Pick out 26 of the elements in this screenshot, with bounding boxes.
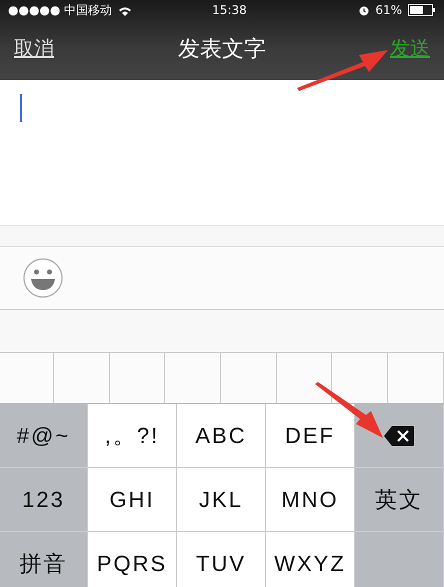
keyboard-key[interactable]: 拼音 bbox=[0, 532, 88, 587]
wifi-icon bbox=[118, 6, 132, 16]
keyboard-key[interactable]: 123 bbox=[0, 468, 88, 532]
keyboard-key[interactable]: ABC bbox=[177, 404, 266, 468]
battery-icon bbox=[408, 4, 436, 16]
keyboard-key[interactable]: JKL bbox=[177, 468, 266, 532]
keyboard-key[interactable]: 英文 bbox=[355, 468, 444, 532]
battery-percent: 61% bbox=[375, 4, 402, 16]
keyboard-key[interactable]: DEF bbox=[266, 404, 355, 468]
backspace-icon[interactable] bbox=[383, 424, 415, 446]
text-input-area[interactable] bbox=[0, 80, 444, 226]
smiley-icon[interactable] bbox=[23, 258, 63, 298]
keyboard-key[interactable]: PQRS bbox=[88, 532, 177, 587]
status-time: 15:38 bbox=[212, 4, 247, 16]
carrier-label: ●●●●● 中国移动 bbox=[8, 4, 112, 16]
keyboard-key[interactable]: ,。?! bbox=[88, 404, 177, 468]
send-link[interactable]: 发送 bbox=[390, 35, 430, 62]
keyboard-key[interactable]: MNO bbox=[266, 468, 355, 532]
text-cursor bbox=[20, 94, 22, 122]
alarm-icon bbox=[359, 6, 370, 16]
keyboard-key[interactable]: GHI bbox=[88, 468, 177, 532]
page-title: 发表文字 bbox=[178, 36, 266, 64]
keyboard-key[interactable]: #@~ bbox=[0, 404, 88, 468]
keyboard-key[interactable]: WXYZ bbox=[266, 532, 355, 587]
cancel-link[interactable]: 取消 bbox=[14, 35, 54, 62]
keyboard-key[interactable]: TUV bbox=[177, 532, 266, 587]
